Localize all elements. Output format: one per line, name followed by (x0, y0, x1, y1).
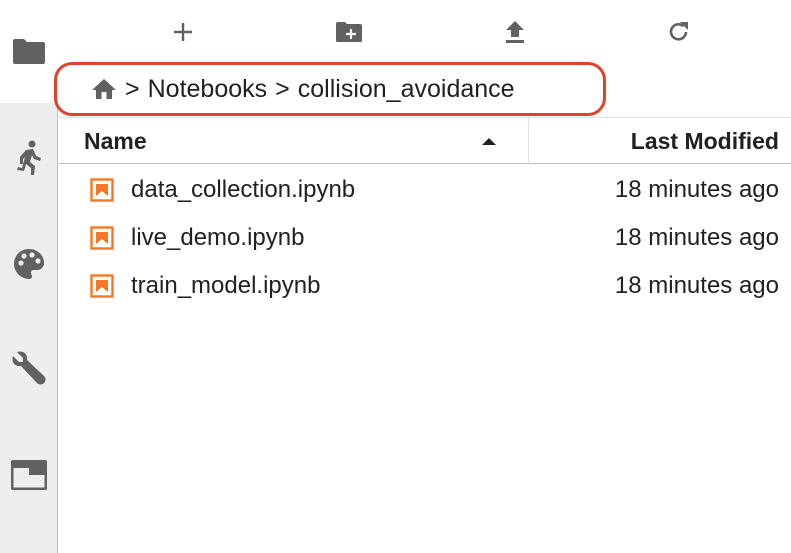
file-browser-toolbar (59, 0, 791, 62)
file-name: data_collection.ipynb (131, 176, 356, 203)
name-column-label: Name (84, 127, 147, 154)
new-launcher-button[interactable] (165, 16, 201, 48)
breadcrumb: > Notebooks > collision_avoidance (54, 62, 606, 116)
plus-icon (174, 23, 192, 41)
breadcrumb-item-notebooks[interactable]: Notebooks (148, 75, 268, 104)
notebook-icon (90, 274, 114, 298)
upload-icon (506, 21, 524, 43)
breadcrumb-separator: > (125, 74, 140, 103)
breadcrumb-item-collision-avoidance[interactable]: collision_avoidance (298, 75, 515, 104)
sidebar-tab-tools[interactable] (0, 350, 58, 386)
breadcrumb-separator: > (275, 74, 290, 103)
file-row[interactable]: train_model.ipynb 18 minutes ago (59, 262, 791, 310)
last-modified-column-header[interactable]: Last Modified (530, 118, 791, 164)
wrench-icon (12, 351, 46, 385)
file-list: data_collection.ipynb 18 minutes ago liv… (59, 166, 791, 310)
notebook-icon (90, 226, 114, 250)
file-list-header: Name Last Modified (59, 117, 791, 164)
file-name: live_demo.ipynb (131, 224, 305, 251)
breadcrumb-home[interactable] (91, 78, 117, 100)
refresh-button[interactable] (661, 16, 697, 48)
sidebar-tab-theme[interactable] (0, 248, 58, 280)
file-modified: 18 minutes ago (614, 224, 779, 251)
running-icon (17, 140, 41, 175)
home-icon (92, 79, 116, 99)
sidebar-tab-running[interactable] (0, 140, 58, 176)
notebook-icon (90, 178, 114, 202)
name-column-header[interactable]: Name (59, 118, 529, 164)
file-name: train_model.ipynb (131, 272, 321, 299)
tabs-icon (11, 460, 47, 490)
refresh-icon (669, 22, 688, 41)
file-row[interactable]: data_collection.ipynb 18 minutes ago (59, 166, 791, 214)
sidebar-tab-open-tabs[interactable] (0, 460, 58, 490)
palette-icon (14, 249, 44, 279)
new-folder-icon (336, 22, 362, 42)
folder-icon (13, 39, 45, 64)
sort-ascending-icon (482, 138, 496, 145)
file-row[interactable]: live_demo.ipynb 18 minutes ago (59, 214, 791, 262)
upload-button[interactable] (497, 16, 533, 48)
file-modified: 18 minutes ago (614, 272, 779, 299)
file-modified: 18 minutes ago (614, 176, 779, 203)
last-modified-column-label: Last Modified (630, 127, 779, 154)
left-sidebar (0, 0, 59, 553)
sidebar-tab-file-browser[interactable] (0, 37, 58, 65)
new-folder-button[interactable] (331, 16, 367, 48)
